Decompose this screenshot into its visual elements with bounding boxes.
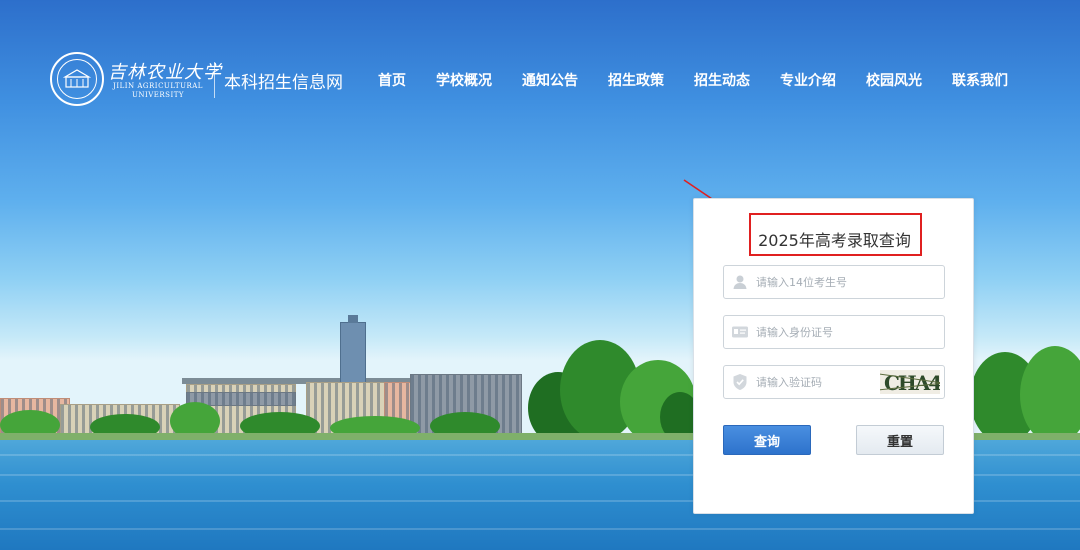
university-name-en: JILIN AGRICULTURAL UNIVERSITY: [108, 82, 208, 100]
university-seal-logo[interactable]: [50, 52, 104, 106]
nav-item-majors[interactable]: 专业介绍: [780, 70, 836, 90]
site-name[interactable]: 本科招生信息网: [224, 68, 343, 93]
captcha-input[interactable]: [756, 367, 896, 397]
id-card-icon: [724, 316, 756, 348]
university-name-en-line1: JILIN AGRICULTURAL: [113, 82, 203, 90]
seal-building-icon: [63, 69, 91, 88]
captcha-field: CHA4: [723, 365, 945, 399]
id-number-input[interactable]: [756, 317, 896, 347]
captcha-image[interactable]: CHA4: [880, 370, 940, 394]
nav-item-about[interactable]: 学校概况: [436, 70, 492, 90]
user-icon: [724, 266, 756, 298]
site-header: 吉林农业大学 JILIN AGRICULTURAL UNIVERSITY 本科招…: [0, 0, 1080, 160]
university-name-cn: 吉林农业大学: [108, 62, 222, 83]
university-name-en-line2: UNIVERSITY: [131, 91, 185, 99]
header-divider: [214, 62, 215, 98]
main-nav: 首页 学校概况 通知公告 招生政策 招生动态 专业介绍 校园风光 联系我们: [378, 70, 1008, 90]
reset-button[interactable]: 重置: [856, 425, 944, 455]
nav-item-policy[interactable]: 招生政策: [608, 70, 664, 90]
id-number-field: [723, 315, 945, 349]
panel-title: 2025年高考录取查询: [758, 231, 911, 250]
shield-icon: [724, 366, 756, 398]
nav-item-news[interactable]: 招生动态: [694, 70, 750, 90]
nav-item-home[interactable]: 首页: [378, 70, 406, 90]
admission-query-panel: 2025年高考录取查询 请输入14位考生号 请输入身份证号 请输入验证码 CHA…: [693, 198, 974, 514]
seal-inner-ring: [57, 59, 97, 99]
clock-tower: [340, 315, 366, 386]
nav-item-contact[interactable]: 联系我们: [952, 70, 1008, 90]
query-button[interactable]: 查询: [723, 425, 811, 455]
nav-item-campus[interactable]: 校园风光: [866, 70, 922, 90]
nav-item-notices[interactable]: 通知公告: [522, 70, 578, 90]
exam-number-input[interactable]: [756, 267, 896, 297]
exam-number-field: [723, 265, 945, 299]
